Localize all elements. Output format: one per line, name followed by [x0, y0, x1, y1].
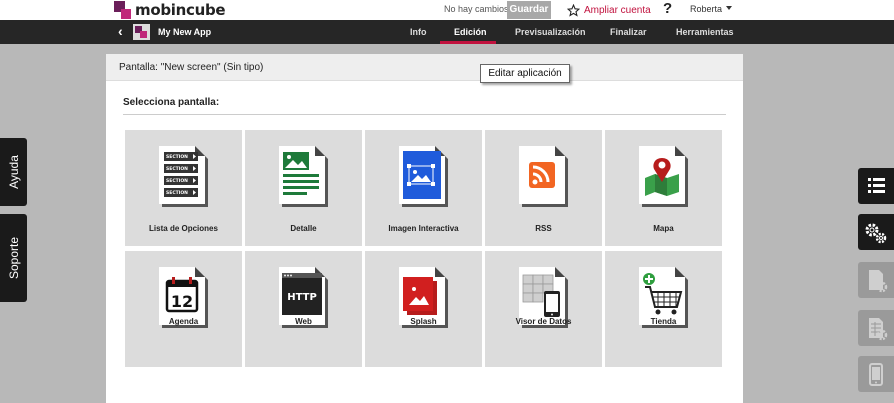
screen-card-lista-de-opciones[interactable]: SECTION SECTION SECTION SECTION Lista de…	[125, 130, 242, 246]
star-icon	[567, 3, 580, 17]
screen-card-mapa[interactable]: Mapa	[605, 130, 722, 246]
screen-card-label: Web	[295, 317, 312, 326]
screen-card-splash[interactable]: Splash	[365, 251, 482, 367]
screen-card-label: Lista de Opciones	[149, 224, 218, 233]
tab-previsualizacion[interactable]: Previsualización	[515, 27, 586, 37]
brand-logo[interactable]: mobincube	[114, 0, 226, 20]
screen-card-label: Visor de Datos	[515, 317, 572, 326]
page-settings-button[interactable]	[858, 262, 894, 298]
screen-card-label: Splash	[410, 317, 437, 326]
upgrade-label: Ampliar cuenta	[584, 4, 651, 16]
list-section-label: SECTION	[166, 154, 188, 160]
help-side-tab[interactable]: Ayuda	[0, 138, 27, 206]
help-side-tab-label: Ayuda	[6, 155, 21, 189]
list-section-label: SECTION	[166, 178, 188, 184]
screen-card-label: Tienda	[650, 317, 677, 326]
phone-icon	[869, 363, 883, 386]
panel-header: Pantalla: "New screen" (Sin tipo)	[106, 54, 743, 81]
screen-card-label: Imagen Interactiva	[388, 224, 459, 233]
back-chevron-icon[interactable]: ‹	[118, 23, 123, 39]
logo-mark-icon	[114, 1, 132, 19]
screen-card-web[interactable]: HTTP Web	[245, 251, 362, 367]
screen-card-tienda[interactable]: Tienda	[605, 251, 722, 367]
screen-card-rss[interactable]: RSS	[485, 130, 602, 246]
app-thumbnail	[133, 24, 150, 40]
screen-card-visor-de-datos[interactable]: Visor de Datos	[485, 251, 602, 367]
section-title: Selecciona pantalla:	[123, 97, 220, 108]
screen-card-label: Mapa	[653, 224, 674, 233]
section-divider	[123, 114, 726, 115]
web-http-text: HTTP	[287, 292, 317, 303]
tab-finalizar[interactable]: Finalizar	[610, 27, 647, 37]
list-view-button[interactable]	[858, 168, 894, 204]
panel-title: Pantalla: "New screen" (Sin tipo)	[119, 62, 264, 73]
screen-card-agenda[interactable]: 12 Agenda	[125, 251, 242, 367]
page-gear-icon	[869, 270, 888, 293]
top-bar: mobincube No hay cambios Guardar Ampliar…	[0, 0, 894, 20]
tab-info[interactable]: Info	[410, 27, 427, 37]
detail-icon	[279, 146, 328, 207]
app-name: My New App	[158, 27, 212, 37]
calendar-day: 12	[171, 292, 193, 311]
rss-icon	[519, 146, 568, 207]
screen-card-label: Agenda	[168, 317, 199, 326]
edit-app-tooltip: Editar aplicación	[480, 64, 570, 83]
list-section-label: SECTION	[166, 166, 188, 172]
table-gear-icon	[869, 318, 888, 341]
screen-card-label: RSS	[535, 224, 552, 233]
upgrade-account-link[interactable]: Ampliar cuenta	[567, 2, 651, 18]
user-menu[interactable]: Roberta	[690, 4, 722, 14]
screen-card-imagen-interactiva[interactable]: Imagen Interactiva	[365, 130, 482, 246]
save-button[interactable]: Guardar	[507, 1, 551, 19]
settings-button[interactable]	[858, 214, 894, 250]
help-question-icon[interactable]: ?	[663, 0, 672, 17]
logo-text: mobincube	[135, 1, 226, 19]
list-section-label: SECTION	[166, 190, 188, 196]
active-tab-indicator	[440, 41, 496, 44]
list-options-icon: SECTION SECTION SECTION SECTION	[159, 146, 208, 207]
user-dropdown-caret-icon[interactable]	[726, 6, 732, 10]
screen-card-label: Detalle	[290, 224, 317, 233]
screen-card-detalle[interactable]: Detalle	[245, 130, 362, 246]
support-side-tab[interactable]: Soporte	[0, 214, 27, 302]
tab-herramientas[interactable]: Herramientas	[676, 27, 734, 37]
list-icon	[868, 178, 885, 193]
tab-edicion[interactable]: Edición	[454, 27, 487, 37]
interactive-image-icon	[399, 146, 448, 207]
gears-icon	[865, 223, 887, 244]
mobile-preview-button[interactable]	[858, 356, 894, 392]
support-side-tab-label: Soporte	[6, 236, 21, 280]
data-settings-button[interactable]	[858, 310, 894, 346]
save-status: No hay cambios	[444, 4, 509, 14]
map-icon	[639, 146, 688, 207]
